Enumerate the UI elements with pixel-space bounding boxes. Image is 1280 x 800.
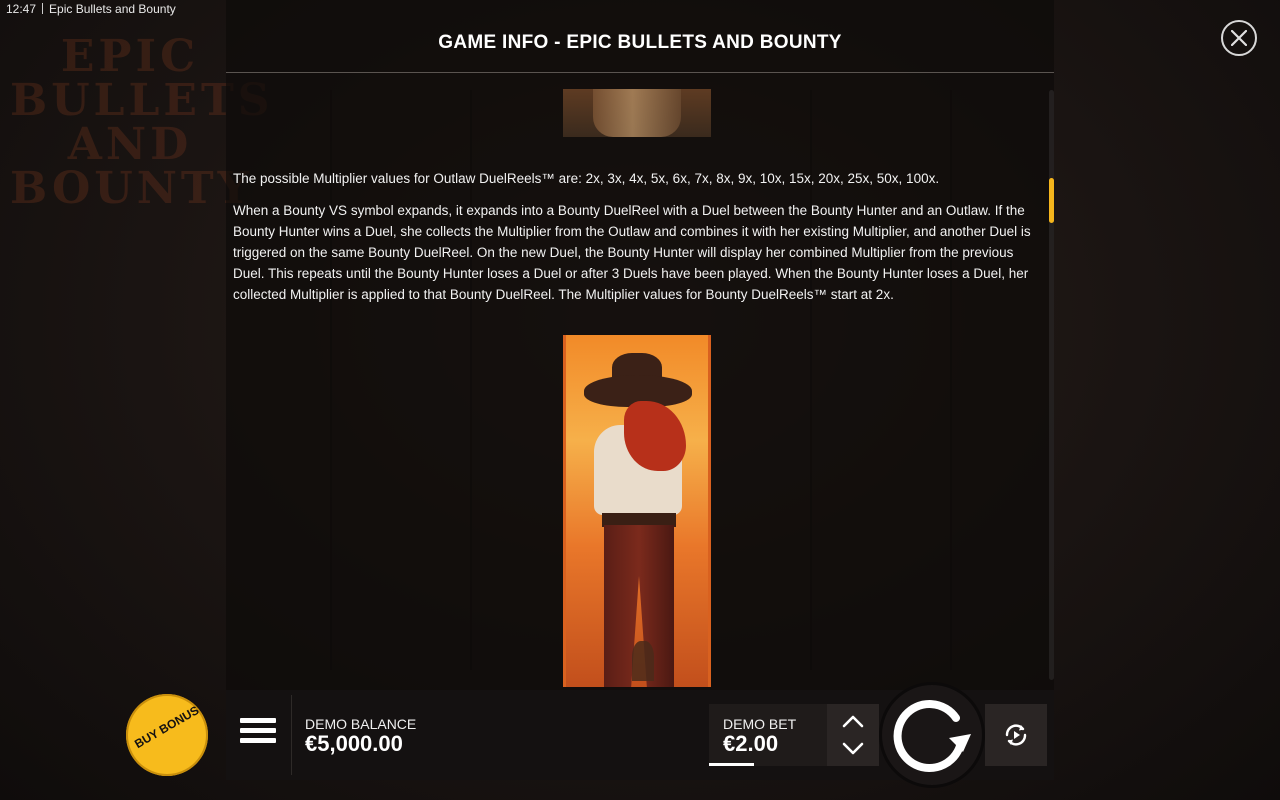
- scrollbar-thumb[interactable]: [1049, 178, 1054, 223]
- menu-icon: [240, 738, 276, 743]
- bet-label: DEMO BET: [723, 716, 797, 732]
- buy-bonus-button[interactable]: BUY BONUS: [126, 694, 208, 776]
- close-icon: [1231, 30, 1247, 46]
- buy-bonus-label: BUY BONUS: [132, 703, 202, 752]
- autoplay-icon: [1005, 724, 1027, 746]
- game-info-title: GAME INFO - EPIC BULLETS AND BOUNTY: [438, 32, 842, 53]
- status-bar: 12:47 Epic Bullets and Bounty: [6, 2, 176, 16]
- outlaw-figure: [593, 89, 681, 137]
- menu-icon: [240, 718, 276, 723]
- chevron-down-icon: [842, 742, 864, 755]
- bar-divider: [291, 695, 292, 775]
- status-time: 12:47: [6, 2, 37, 16]
- spin-button[interactable]: [879, 682, 985, 788]
- bounty-hunter-belt: [602, 513, 676, 527]
- bet-value: €2.00: [723, 731, 779, 756]
- balance-label: DEMO BALANCE: [305, 716, 417, 732]
- info-paragraph-bounty-duelreel: When a Bounty VS symbol expands, it expa…: [233, 203, 1031, 302]
- status-app-title: Epic Bullets and Bounty: [49, 2, 176, 16]
- bounty-duelreel-image: [563, 335, 711, 687]
- bet-stepper: [827, 704, 879, 766]
- bet-decrease-button[interactable]: [841, 736, 865, 760]
- title-divider: [226, 72, 1054, 73]
- outlaw-duelreel-image: [563, 89, 711, 137]
- menu-button[interactable]: [240, 718, 276, 752]
- close-button[interactable]: [1221, 20, 1257, 56]
- status-separator: [42, 3, 44, 14]
- chevron-up-icon: [842, 715, 864, 728]
- bet-increase-button[interactable]: [841, 710, 865, 734]
- distant-outlaw-figure: [632, 641, 654, 681]
- info-paragraph-outlaw-multipliers: The possible Multiplier values for Outla…: [233, 171, 940, 186]
- autoplay-button[interactable]: [985, 704, 1047, 766]
- menu-icon: [240, 728, 276, 733]
- background-game-logo: EPIC BULLETS AND BOUNTY: [10, 31, 274, 214]
- info-scrollbar[interactable]: [1049, 90, 1054, 680]
- spin-icon: [893, 700, 971, 772]
- balance-value: €5,000.00: [305, 731, 403, 756]
- bet-level-indicator: [709, 763, 754, 766]
